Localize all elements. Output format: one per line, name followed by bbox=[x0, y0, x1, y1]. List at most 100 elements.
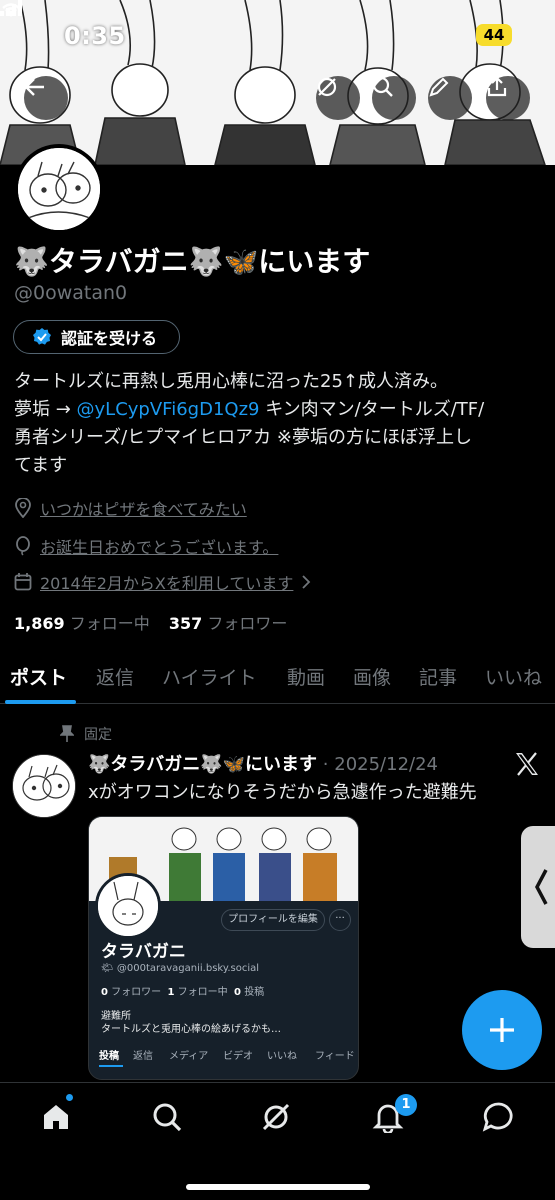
tab-replies[interactable]: 返信 bbox=[96, 663, 134, 690]
post-image[interactable]: プロフィールを編集 ··· タラバガニ 🌤 @000taravaganii.bs… bbox=[88, 816, 359, 1080]
location-pin-icon bbox=[15, 498, 31, 518]
share-button[interactable] bbox=[486, 76, 530, 120]
pinned-label: 固定 bbox=[84, 727, 112, 743]
card-bio-line: タートルズと兎用心棒の絵あげるかも… bbox=[101, 1024, 281, 1035]
bottom-nav bbox=[0, 1082, 555, 1200]
profile-tabs: ポスト 返信 ハイライト 動画 画像 記事 いいね bbox=[0, 656, 555, 704]
status-bar: 0:35 44 bbox=[0, 0, 555, 70]
profile-name: 🐺タラバガニ🐺🦋にいます bbox=[14, 245, 371, 278]
card-tab-videos: ビデオ bbox=[223, 1051, 253, 1062]
share-icon bbox=[487, 76, 507, 97]
joined-text: 2014年2月からXを利用しています bbox=[40, 574, 294, 593]
chevron-left-icon bbox=[535, 869, 548, 905]
calendar-icon bbox=[14, 573, 32, 591]
profile-birthday: お誕生日おめでとうございます。 bbox=[14, 534, 278, 558]
card-avatar-image bbox=[98, 876, 158, 936]
profile-bio: タートルズに再熱し兎用心棒に沼った25↑成人済み。 夢垢 → @yLCypVFi… bbox=[14, 368, 544, 480]
bio-line: 勇者シリーズ/ヒプマイヒロアカ ※夢垢の方にほぼ浮上し bbox=[14, 427, 472, 448]
bio-line: 夢垢 → @yLCypVFi6gD1Qz9 キン肉マン/タートルズ/TF/ bbox=[14, 396, 544, 424]
profile-handle: @0owatan0 bbox=[14, 282, 128, 304]
card-active-tab-indicator bbox=[99, 1065, 123, 1067]
notification-badge: 1 bbox=[395, 1094, 417, 1116]
status-time: 0:35 bbox=[64, 22, 126, 50]
edit-button[interactable] bbox=[428, 76, 472, 120]
messages-icon[interactable] bbox=[482, 1101, 516, 1133]
post-author-avatar[interactable] bbox=[12, 754, 76, 818]
card-handle-text: @000taravaganii.bsky.social bbox=[116, 963, 260, 974]
balloon-icon bbox=[16, 536, 30, 556]
card-edit-profile-button: プロフィールを編集 bbox=[221, 909, 325, 931]
tab-likes[interactable]: いいね bbox=[485, 663, 542, 690]
sun-icon: 🌤 bbox=[101, 963, 114, 974]
birthday-text: お誕生日おめでとうございます。 bbox=[40, 538, 279, 557]
card-more-button: ··· bbox=[329, 909, 351, 931]
active-tab-indicator bbox=[5, 700, 76, 704]
get-verified-button[interactable]: 認証を受ける bbox=[13, 320, 180, 354]
side-panel-handle[interactable] bbox=[521, 826, 555, 948]
chevron-right-icon bbox=[302, 575, 311, 589]
card-followers-label: フォロワー bbox=[111, 987, 162, 998]
card-tab-feeds: フィード bbox=[315, 1051, 355, 1062]
card-following-label: フォロー中 bbox=[177, 987, 228, 998]
card-tab-replies: 返信 bbox=[133, 1051, 153, 1062]
pencil-icon bbox=[429, 77, 449, 97]
tab-highlights[interactable]: ハイライト bbox=[162, 663, 257, 690]
post-author-name[interactable]: 🐺タラバガニ🐺🦋にいます bbox=[88, 754, 317, 775]
card-following-count: 1 bbox=[167, 987, 175, 998]
card-followers-count: 0 bbox=[101, 987, 108, 998]
following-label: フォロー中 bbox=[69, 614, 150, 633]
tab-posts[interactable]: ポスト bbox=[10, 663, 67, 690]
following-count: 1,869 bbox=[14, 614, 65, 633]
plus-icon bbox=[490, 1018, 514, 1042]
card-tab-likes: いいね bbox=[267, 1051, 297, 1062]
bio-mention-link[interactable]: @yLCypVFi6gD1Qz9 bbox=[77, 399, 260, 420]
grok-icon bbox=[317, 77, 337, 97]
arrow-left-icon bbox=[24, 78, 44, 96]
profile-banner[interactable]: 0:35 44 bbox=[0, 0, 555, 165]
post-date[interactable]: · 2025/12/24 bbox=[323, 754, 438, 775]
card-posts-label: 投稿 bbox=[244, 987, 265, 998]
wifi-icon bbox=[2, 3, 20, 17]
followers-count: 357 bbox=[168, 614, 203, 633]
search-icon[interactable] bbox=[151, 1101, 183, 1133]
x-logo-icon bbox=[516, 752, 538, 776]
avatar-image bbox=[13, 755, 75, 817]
profile-avatar[interactable] bbox=[14, 144, 104, 234]
card-posts-count: 0 bbox=[234, 987, 241, 998]
home-icon[interactable] bbox=[40, 1101, 72, 1133]
card-avatar bbox=[95, 873, 161, 939]
card-tab-posts: 投稿 bbox=[99, 1051, 119, 1062]
verified-badge-icon bbox=[33, 328, 51, 345]
compose-post-button[interactable] bbox=[462, 990, 542, 1070]
card-stats: 0 フォロワー 1 フォロー中 0 投稿 bbox=[101, 983, 264, 998]
bio-text: 夢垢 → bbox=[14, 399, 77, 420]
grok-icon[interactable] bbox=[260, 1101, 292, 1133]
search-icon bbox=[372, 76, 393, 97]
tab-videos[interactable]: 動画 bbox=[287, 663, 325, 690]
post-text: xがオワコンになりそうだから急遽作った避難先 bbox=[88, 782, 477, 803]
pin-icon bbox=[60, 725, 74, 742]
location-text: いつかはピザを食べてみたい bbox=[40, 500, 247, 519]
tab-images[interactable]: 画像 bbox=[353, 663, 391, 690]
followers-label: フォロワー bbox=[207, 614, 288, 633]
home-unread-dot bbox=[66, 1094, 73, 1101]
followers-link[interactable]: 357 フォロワー bbox=[169, 614, 288, 633]
profile-joined[interactable]: 2014年2月からXを利用しています bbox=[14, 570, 313, 594]
tab-articles[interactable]: 記事 bbox=[419, 663, 457, 690]
following-link[interactable]: 1,869 フォロー中 bbox=[14, 614, 150, 633]
avatar-image bbox=[18, 148, 100, 230]
home-indicator[interactable] bbox=[186, 1184, 370, 1190]
bio-text: キン肉マン/タートルズ/TF/ bbox=[259, 399, 485, 420]
grok-button[interactable] bbox=[316, 76, 360, 120]
back-button[interactable] bbox=[24, 76, 68, 120]
card-tab-media: メディア bbox=[169, 1051, 209, 1062]
card-handle: 🌤 @000taravaganii.bsky.social bbox=[101, 963, 259, 974]
bio-line: てます bbox=[14, 455, 68, 476]
pinned-indicator: 固定 bbox=[60, 724, 112, 744]
card-profile-name: タラバガニ bbox=[101, 942, 186, 962]
post-header: 🐺タラバガニ🐺🦋にいます · 2025/12/24 bbox=[88, 750, 438, 776]
bio-line: タートルズに再熱し兎用心棒に沼った25↑成人済み。 bbox=[14, 371, 448, 392]
search-button[interactable] bbox=[372, 76, 416, 120]
follow-stats: 1,869 フォロー中 357 フォロワー bbox=[14, 610, 287, 634]
profile-location: いつかはピザを食べてみたい bbox=[14, 496, 247, 520]
